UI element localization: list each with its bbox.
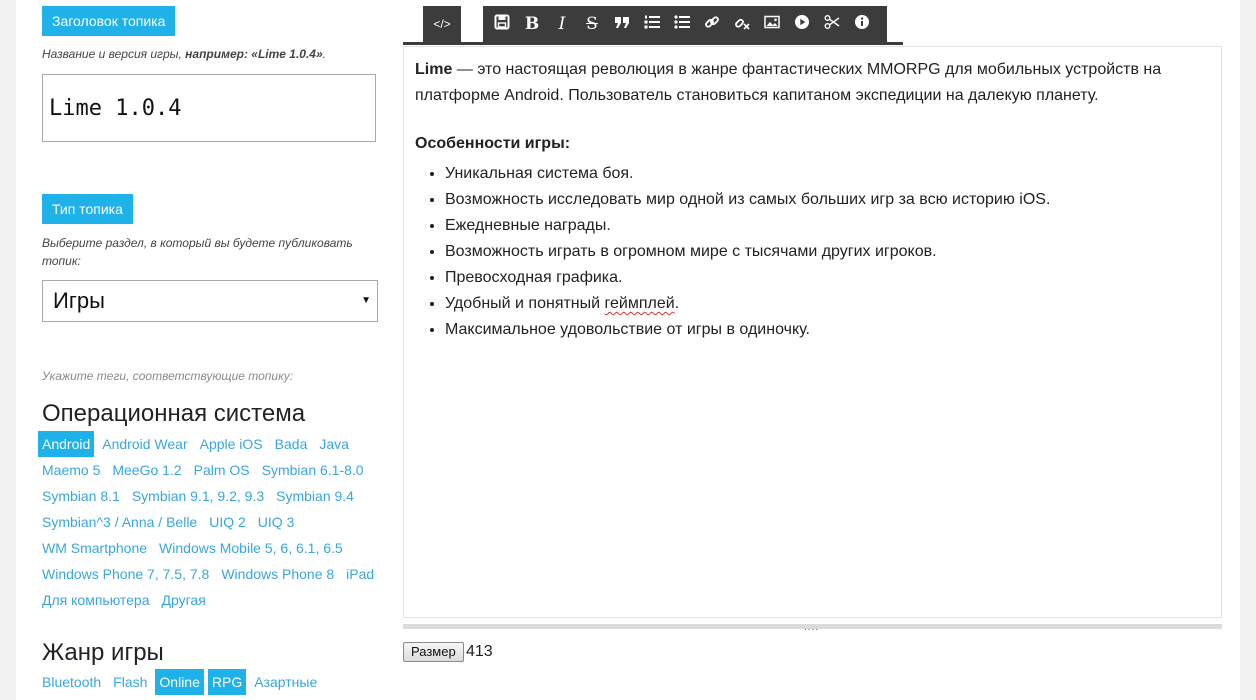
list-item: Уникальная система боя. bbox=[445, 161, 1210, 187]
link-button[interactable] bbox=[697, 6, 727, 42]
link-icon bbox=[704, 14, 720, 35]
topic-title-hint-text: Название и версия игры, bbox=[42, 47, 186, 61]
tag-symbian-9-4[interactable]: Symbian 9.4 bbox=[272, 483, 358, 509]
image-button[interactable] bbox=[757, 6, 787, 42]
topic-type-selected: Игры bbox=[53, 288, 105, 313]
dropdown-arrow-icon: ▼ bbox=[361, 295, 371, 306]
tag-bada[interactable]: Bada bbox=[271, 431, 312, 457]
save-icon bbox=[494, 14, 510, 35]
topic-title-hint: Название и версия игры, например: «Lime … bbox=[42, 45, 326, 63]
size-value: 413 bbox=[466, 643, 493, 660]
toolbar-source-group: </> bbox=[423, 6, 461, 42]
tag-rpg[interactable]: RPG bbox=[207, 669, 247, 695]
gameplay-suffix: . bbox=[674, 295, 680, 312]
genre-tag-list: Bluetooth Flash Online RPG Азартные bbox=[38, 669, 388, 695]
quote-button[interactable] bbox=[607, 6, 637, 42]
tags-hint: Укажите теги, соответствующие топику: bbox=[42, 369, 294, 383]
features-title: Особенности игры: bbox=[415, 135, 571, 152]
tag-android[interactable]: Android bbox=[38, 431, 95, 457]
ordered-list-icon bbox=[644, 14, 660, 35]
resize-dots: .... bbox=[804, 622, 820, 633]
tag-ipad[interactable]: iPad bbox=[342, 561, 378, 587]
tag-flash[interactable]: Flash bbox=[109, 669, 151, 695]
tag-bluetooth[interactable]: Bluetooth bbox=[38, 669, 105, 695]
tag-для-компьютера[interactable]: Для компьютера bbox=[38, 587, 154, 613]
source-code-button[interactable]: </> bbox=[423, 6, 461, 42]
tag-symbian-9-1-9-2-9-3[interactable]: Symbian 9.1, 9.2, 9.3 bbox=[128, 483, 268, 509]
toolbar-format-group: B I S bbox=[483, 6, 887, 42]
strikethrough-button[interactable]: S bbox=[577, 6, 607, 42]
genre-section-title: Жанр игры bbox=[42, 639, 164, 666]
tag-palm-os[interactable]: Palm OS bbox=[190, 457, 254, 483]
tag-windows-phone-8[interactable]: Windows Phone 8 bbox=[217, 561, 338, 587]
os-tag-list: Android Android Wear Apple iOS Bada Java Maem… bbox=[38, 431, 388, 613]
unordered-list-button[interactable] bbox=[667, 6, 697, 42]
toolbar-underline bbox=[403, 42, 903, 45]
intro-line-2: платформе Android. Пользователь становит… bbox=[415, 87, 1099, 104]
italic-button[interactable]: I bbox=[547, 6, 577, 42]
list-item: Превосходная графика. bbox=[445, 265, 1210, 291]
italic-icon: I bbox=[558, 14, 566, 34]
tag-java[interactable]: Java bbox=[315, 431, 353, 457]
cut-icon bbox=[824, 14, 840, 35]
gameplay-prefix: Удобный и понятный bbox=[445, 295, 605, 312]
tag-windows-phone-7-7-5-7-8[interactable]: Windows Phone 7, 7.5, 7.8 bbox=[38, 561, 213, 587]
topic-type-hint: Выберите раздел, в который вы будете пуб… bbox=[42, 236, 353, 268]
editor-content[interactable]: Lime — это настоящая революция в жанре ф… bbox=[403, 46, 1222, 618]
tag-symbian-8-1[interactable]: Symbian 8.1 bbox=[38, 483, 124, 509]
tag-windows-mobile-5-6-6-1-6-5[interactable]: Windows Mobile 5, 6, 6.1, 6.5 bbox=[155, 535, 347, 561]
tag-symbian-6-1-8-0[interactable]: Symbian 6.1-8.0 bbox=[258, 457, 368, 483]
intro-bold: Lime bbox=[415, 61, 453, 78]
bold-icon: B bbox=[524, 14, 540, 34]
topic-title-hint-example: например: «Lime 1.0.4» bbox=[185, 47, 323, 61]
info-icon bbox=[854, 14, 870, 35]
list-item: Ежедневные награды. bbox=[445, 213, 1210, 239]
tag-maemo-5[interactable]: Maemo 5 bbox=[38, 457, 104, 483]
unlink-button[interactable] bbox=[727, 6, 757, 42]
tag-meego-1-2[interactable]: MeeGo 1.2 bbox=[108, 457, 185, 483]
ordered-list-button[interactable] bbox=[637, 6, 667, 42]
info-button[interactable] bbox=[847, 6, 877, 42]
tag-другая[interactable]: Другая bbox=[158, 587, 210, 613]
topic-title-label: Заголовок топика bbox=[42, 6, 176, 36]
tag-азартные[interactable]: Азартные bbox=[250, 669, 321, 695]
intro-line-1: Lime — это настоящая революция в жанре ф… bbox=[415, 57, 1210, 83]
size-button[interactable]: Размер bbox=[403, 642, 464, 662]
unlink-icon bbox=[734, 14, 750, 35]
video-icon bbox=[794, 14, 810, 35]
tag-symbian-3-anna-belle[interactable]: Symbian^3 / Anna / Belle bbox=[38, 509, 201, 535]
os-section-title: Операционная система bbox=[42, 400, 306, 427]
list-item: Удобный и понятный геймплей. bbox=[445, 291, 1210, 317]
cut-button[interactable] bbox=[817, 6, 847, 42]
bold-button[interactable]: B bbox=[517, 6, 547, 42]
topic-type-select[interactable]: Игры ▼ bbox=[42, 280, 378, 322]
tag-wm-smartphone[interactable]: WM Smartphone bbox=[38, 535, 151, 561]
save-button[interactable] bbox=[487, 6, 517, 42]
unordered-list-icon bbox=[674, 14, 690, 35]
features-list: Уникальная система боя. Возможность иссл… bbox=[415, 161, 1210, 343]
topic-type-label: Тип топика bbox=[42, 194, 133, 224]
tag-apple-ios[interactable]: Apple iOS bbox=[196, 431, 267, 457]
list-item: Возможность играть в огромном мире с тыс… bbox=[445, 239, 1210, 265]
page-canvas: Заголовок топика Название и версия игры,… bbox=[16, 0, 1240, 700]
strikethrough-icon: S bbox=[586, 14, 598, 34]
spellcheck-word: геймплей bbox=[604, 295, 675, 312]
tag-online[interactable]: Online bbox=[155, 669, 204, 695]
tag-uiq-2[interactable]: UIQ 2 bbox=[205, 509, 250, 535]
quote-icon bbox=[614, 14, 630, 35]
topic-title-input[interactable] bbox=[42, 74, 376, 142]
topic-title-hint-suffix: . bbox=[322, 47, 327, 61]
list-item: Возможность исследовать мир одной из сам… bbox=[445, 187, 1210, 213]
image-icon bbox=[764, 14, 780, 35]
list-item: Максимальное удовольствие от игры в один… bbox=[445, 317, 1210, 343]
tag-android-wear[interactable]: Android Wear bbox=[98, 431, 191, 457]
tag-uiq-3[interactable]: UIQ 3 bbox=[254, 509, 299, 535]
intro-text: — это настоящая революция в жанре фантас… bbox=[452, 61, 1162, 78]
video-button[interactable] bbox=[787, 6, 817, 42]
empty-line bbox=[415, 109, 1210, 131]
